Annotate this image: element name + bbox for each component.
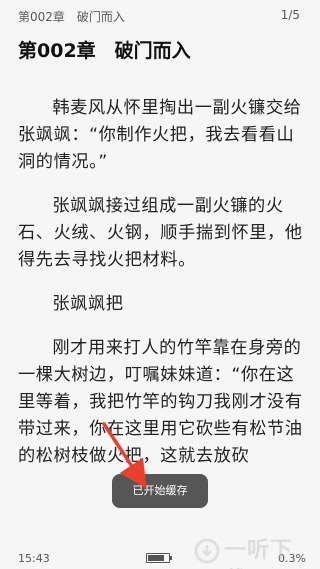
reader-header: 第002章 破门而入 1/5: [18, 8, 300, 26]
reading-content[interactable]: 韩麦风从怀里掏出一副火镰交给张飒飒：“你制作火把，我去看看山洞的情况。” 张飒飒…: [18, 95, 306, 487]
chapter-title: 第002章 破门而入: [18, 40, 191, 62]
header-chapter-title: 第002章 破门而入: [18, 10, 125, 24]
watermark-text: 一听下载: [224, 538, 294, 569]
download-site-logo-icon: [194, 538, 220, 564]
site-watermark: 一听下载: [194, 536, 314, 569]
paragraph: 刚才用来打人的竹竿靠在身旁的一棵大树边，叮嘱妹妹道：“你在这里等着，我把竹竿的钩…: [18, 338, 303, 466]
battery-level-fill: [148, 555, 164, 561]
paragraph: 张飒飒把: [52, 294, 124, 314]
toast-message: 已开始缓存: [112, 474, 208, 508]
paragraph: 韩麦风从怀里掏出一副火镰交给张飒飒：“你制作火把，我去看看山洞的情况。”: [18, 98, 302, 172]
paragraph: 张飒飒接过组成一副火镰的火石、火绒、火钢，顺手揣到怀里，他得先去寻找火把材料。: [18, 196, 303, 270]
battery-icon: [146, 553, 172, 563]
page-counter: 1/5: [280, 8, 300, 22]
time-label: 15:43: [18, 552, 50, 565]
